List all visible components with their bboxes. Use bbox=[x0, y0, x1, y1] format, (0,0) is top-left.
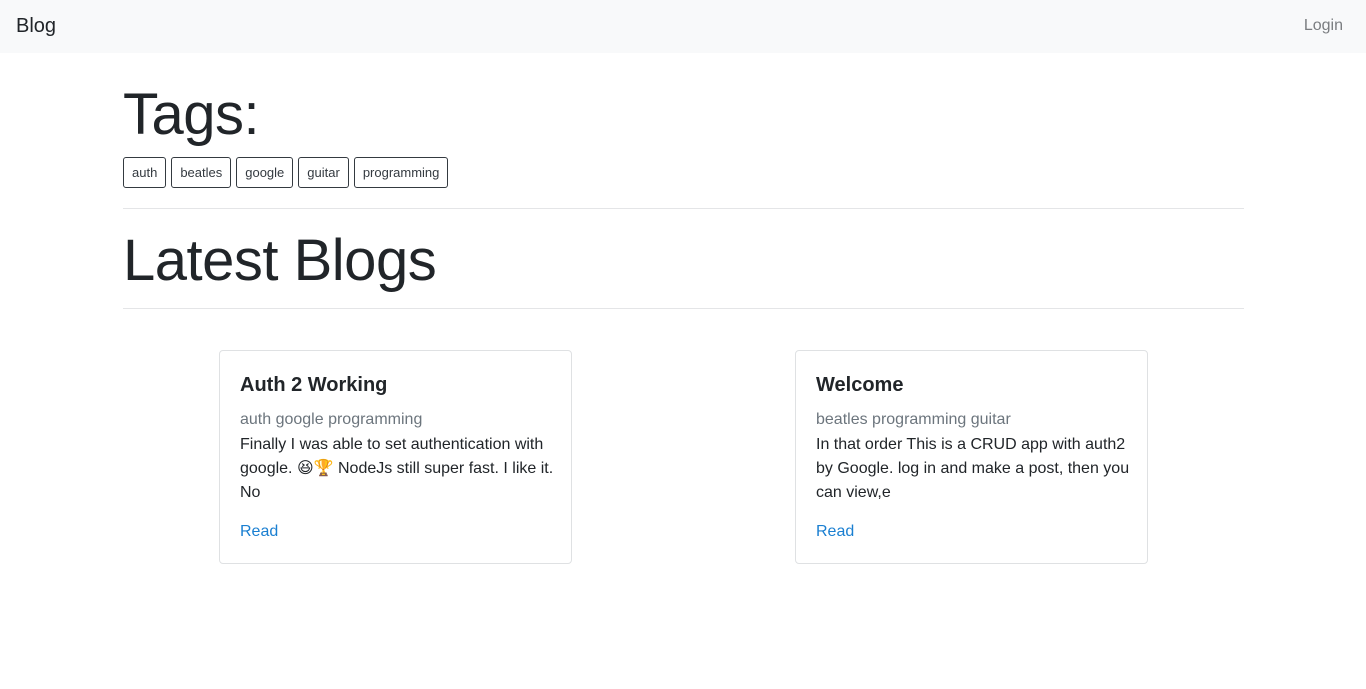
navbar: Blog Login bbox=[0, 0, 1366, 53]
blog-card-title: Auth 2 Working bbox=[240, 374, 388, 396]
divider bbox=[123, 308, 1244, 309]
blog-card: Welcome beatles programming guitar In th… bbox=[795, 350, 1148, 564]
tag-button-google[interactable]: google bbox=[236, 157, 294, 188]
blog-card-excerpt: In that order This is a CRUD app with au… bbox=[816, 436, 1130, 501]
blog-card-tags: beatles programming guitar bbox=[816, 411, 1011, 428]
divider bbox=[123, 208, 1244, 209]
blog-card-excerpt: Finally I was able to set authentication… bbox=[240, 436, 554, 501]
tag-button-beatles[interactable]: beatles bbox=[171, 157, 232, 188]
read-link[interactable]: Read bbox=[816, 521, 854, 543]
blog-card-tags: auth google programming bbox=[240, 411, 423, 428]
latest-blogs-heading: Latest Blogs bbox=[123, 228, 437, 293]
blog-card-title: Welcome bbox=[816, 374, 904, 396]
tag-button-auth[interactable]: auth bbox=[123, 157, 167, 188]
tag-button-programming[interactable]: programming bbox=[353, 157, 449, 188]
navbar-brand[interactable]: Blog bbox=[16, 14, 56, 38]
tags-heading: Tags: bbox=[123, 82, 260, 147]
tag-button-guitar[interactable]: guitar bbox=[298, 157, 349, 188]
tags-list: auth beatles google guitar programming bbox=[123, 157, 449, 188]
blog-card: Auth 2 Working auth google programming F… bbox=[219, 350, 572, 564]
login-link[interactable]: Login bbox=[1304, 16, 1343, 36]
read-link[interactable]: Read bbox=[240, 521, 278, 543]
